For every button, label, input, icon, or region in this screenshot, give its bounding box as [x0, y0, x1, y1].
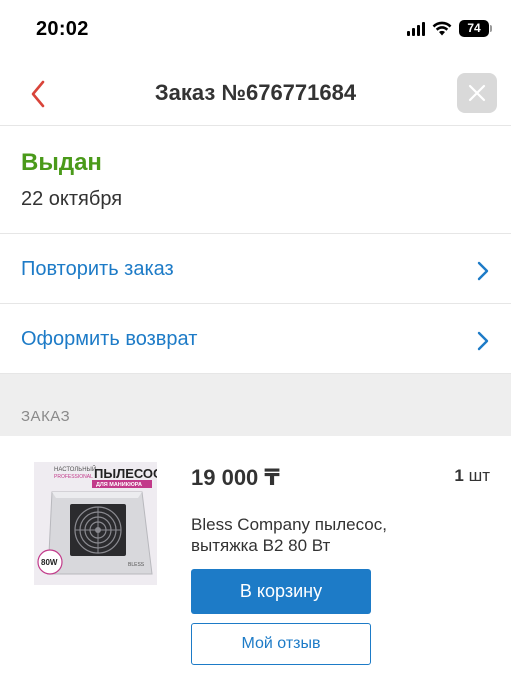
image-text-brand: BLESS [128, 562, 145, 568]
close-button[interactable] [457, 73, 497, 113]
repeat-order-row[interactable]: Повторить заказ [0, 234, 511, 304]
image-text-line2: PROFESSIONAL [54, 474, 93, 480]
repeat-order-label: Повторить заказ [21, 258, 174, 280]
status-icons: 74 [407, 20, 492, 37]
image-text-line1: НАСТОЛЬНЫЙ [54, 465, 96, 473]
battery-level: 74 [467, 21, 481, 35]
header: Заказ №676771684 [0, 60, 511, 126]
quantity-unit: шт [468, 466, 490, 485]
battery-icon: 74 [459, 20, 492, 37]
product-image[interactable]: НАСТОЛЬНЫЙ PROFESSIONAL ПЫЛЕСОС ДЛЯ МАНИ… [34, 462, 157, 585]
chevron-right-icon [477, 331, 489, 351]
product-price: 19 000 ₸ [191, 465, 280, 490]
status-bar: 20:02 74 [0, 0, 511, 60]
image-text-tag: ДЛЯ МАНИКЮРА [96, 482, 142, 488]
vacuum-product-illustration: НАСТОЛЬНЫЙ PROFESSIONAL ПЫЛЕСОС ДЛЯ МАНИ… [34, 462, 157, 585]
my-review-button[interactable]: Мой отзыв [191, 623, 371, 665]
chevron-right-icon [477, 261, 489, 281]
quantity-value: 1 [454, 466, 464, 485]
order-status-block: Выдан 22 октября [0, 127, 511, 234]
signal-icon [407, 21, 425, 36]
product-name[interactable]: Bless Company пылесос, вытяжка В2 80 Вт [191, 514, 441, 556]
return-order-label: Оформить возврат [21, 328, 198, 350]
order-status: Выдан [21, 149, 102, 176]
image-text-headline: ПЫЛЕСОС [94, 466, 157, 481]
status-time: 20:02 [36, 18, 89, 40]
close-icon [468, 84, 486, 102]
page-title: Заказ №676771684 [154, 80, 357, 105]
wifi-icon [432, 21, 452, 36]
section-label: ЗАКАЗ [21, 408, 71, 425]
return-order-row[interactable]: Оформить возврат [0, 304, 511, 374]
add-to-cart-button[interactable]: В корзину [191, 569, 371, 614]
product-quantity: 1 шт [454, 466, 490, 486]
image-text-badge: 80W [41, 558, 58, 567]
section-header: ЗАКАЗ [0, 374, 511, 436]
order-date: 22 октября [21, 188, 123, 210]
